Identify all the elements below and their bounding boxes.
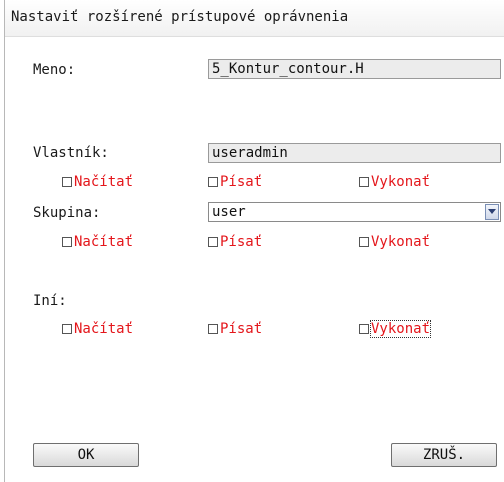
checkbox-box[interactable]	[359, 237, 369, 247]
owner-execute-label[interactable]: Vykonať	[371, 174, 430, 190]
owner-write-label[interactable]: Písať	[220, 174, 262, 190]
group-label: Skupina:	[33, 205, 101, 221]
checkbox-box[interactable]	[359, 324, 369, 334]
owner-label: Vlastník:	[33, 145, 109, 161]
owner-read-checkbox[interactable]: Načítať	[62, 173, 133, 191]
chevron-down-icon[interactable]	[485, 204, 499, 220]
title-bar: Nastaviť rozšírené prístupové oprávnenia	[5, 0, 504, 37]
group-read-label[interactable]: Načítať	[74, 234, 133, 250]
owner-field: useradmin	[208, 143, 501, 163]
group-execute-checkbox[interactable]: Vykonať	[359, 233, 430, 251]
group-read-checkbox[interactable]: Načítať	[62, 233, 133, 251]
group-select[interactable]: user	[208, 202, 501, 222]
owner-execute-checkbox[interactable]: Vykonať	[359, 173, 430, 191]
group-select-value[interactable]: user	[212, 203, 246, 221]
checkbox-box[interactable]	[208, 177, 218, 187]
other-read-checkbox[interactable]: Načítať	[62, 320, 133, 338]
group-write-checkbox[interactable]: Písať	[208, 233, 262, 251]
name-field: 5_Kontur_contour.H	[208, 59, 501, 79]
owner-write-checkbox[interactable]: Písať	[208, 173, 262, 191]
other-execute-label[interactable]: Vykonať	[369, 320, 432, 338]
checkbox-box[interactable]	[359, 177, 369, 187]
other-read-label[interactable]: Načítať	[74, 321, 133, 337]
other-label: Iní:	[33, 293, 67, 309]
permissions-dialog: Nastaviť rozšírené prístupové oprávnenia…	[4, 0, 504, 482]
checkbox-box[interactable]	[62, 237, 72, 247]
cancel-button[interactable]: ZRUŠ.	[391, 443, 497, 467]
name-label: Meno:	[33, 62, 76, 78]
owner-read-label[interactable]: Načítať	[74, 174, 133, 190]
other-write-label[interactable]: Písať	[220, 321, 262, 337]
checkbox-box[interactable]	[208, 237, 218, 247]
ok-button[interactable]: OK	[33, 443, 139, 467]
checkbox-box[interactable]	[62, 324, 72, 334]
other-execute-checkbox[interactable]: Vykonať	[359, 320, 432, 338]
group-execute-label[interactable]: Vykonať	[371, 234, 430, 250]
group-write-label[interactable]: Písať	[220, 234, 262, 250]
dialog-title: Nastaviť rozšírené prístupové oprávnenia	[11, 9, 349, 25]
checkbox-box[interactable]	[62, 177, 72, 187]
checkbox-box[interactable]	[208, 324, 218, 334]
other-write-checkbox[interactable]: Písať	[208, 320, 262, 338]
